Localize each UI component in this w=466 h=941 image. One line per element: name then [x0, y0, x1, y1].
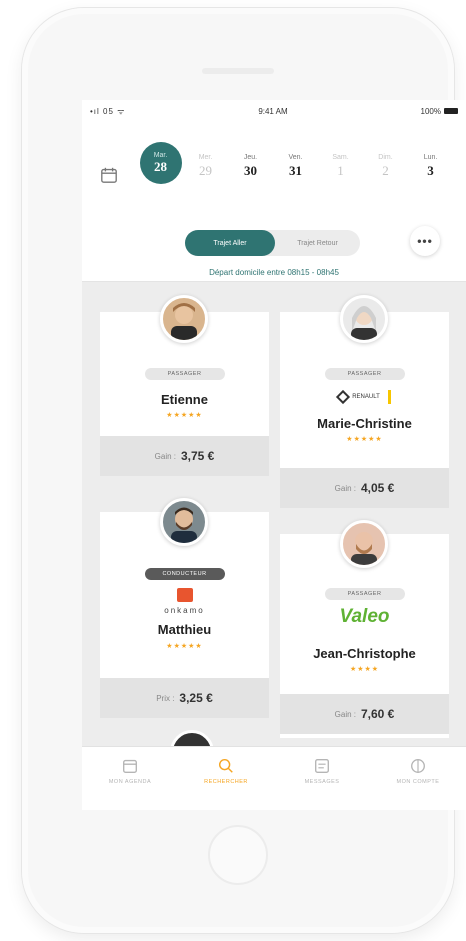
status-time: 9:41 AM: [258, 106, 288, 116]
role-badge: PASSAGER: [144, 368, 225, 380]
avatar: [340, 295, 388, 343]
message-icon: [315, 759, 329, 773]
avatar: [160, 295, 208, 343]
price-label: Prix :: [156, 693, 175, 703]
day-selector: Mar. 28 Mer. 29 Jeu. 30 Ven. 31 Sam. 1 D…: [138, 140, 453, 184]
day-label: Jeu.: [243, 154, 258, 161]
calendar-icon: [123, 759, 137, 773]
day-item-31[interactable]: Ven. 31: [273, 140, 318, 184]
tab-label: MON AGENDA: [108, 779, 152, 785]
tab-mon-agenda[interactable]: MON AGENDA: [82, 747, 178, 810]
day-label: Lun.: [423, 154, 438, 161]
rating-stars: ★★★★★: [166, 643, 203, 650]
home-button[interactable]: [208, 825, 268, 885]
day-label: Sam.: [332, 154, 349, 161]
tab-trajet-aller[interactable]: Trajet Aller: [185, 230, 275, 256]
phone-speaker: [202, 68, 274, 74]
person-name: Jean-Christophe: [313, 646, 416, 661]
tab-rechercher[interactable]: RECHERCHER: [178, 747, 274, 810]
day-label: Ven.: [288, 154, 303, 161]
person-name: Matthieu: [157, 622, 212, 637]
status-bar: •ıl 05 ᯤ 9:41 AM 100%: [82, 100, 466, 122]
battery-indicator: 100%: [421, 107, 458, 116]
person-name: Marie-Christine: [317, 416, 412, 431]
tab-label: MON COMPTE: [396, 779, 440, 785]
tab-trajet-retour[interactable]: Trajet Retour: [275, 230, 360, 256]
more-options-button[interactable]: •••: [410, 226, 440, 256]
tab-messages[interactable]: MESSAGES: [274, 747, 370, 810]
tab-label: MESSAGES: [304, 779, 340, 785]
day-number: 2: [382, 163, 389, 178]
day-label: Mar.: [153, 151, 168, 159]
role-badge: PASSAGER: [324, 368, 405, 380]
trip-direction-toggle: Trajet Aller Trajet Retour: [185, 230, 360, 256]
day-number: 29: [199, 163, 212, 178]
date-header: Mar. 28 Mer. 29 Jeu. 30 Ven. 31 Sam. 1 D…: [82, 122, 466, 282]
tab-label: RECHERCHER: [204, 779, 248, 785]
renault-logo-icon: [336, 389, 351, 405]
day-number: 1: [337, 163, 344, 178]
card-footer: Prix : 3,25 €: [100, 678, 269, 718]
calendar-icon[interactable]: [100, 166, 118, 184]
price-label: Gain :: [334, 483, 356, 493]
tab-mon-compte[interactable]: MON COMPTE: [370, 747, 466, 810]
card-footer: Gain : 7,60 €: [280, 694, 449, 734]
day-item-2[interactable]: Dim. 2: [363, 140, 408, 184]
battery-icon: [444, 108, 458, 115]
price-amount: 3,25 €: [179, 691, 213, 705]
price-label: Gain :: [154, 451, 176, 461]
day-item-1[interactable]: Sam. 1: [318, 140, 363, 184]
day-item-29[interactable]: Mer. 29: [183, 140, 228, 184]
card-footer: Gain : 3,75 €: [100, 436, 269, 476]
company-name: onkamo: [164, 606, 205, 615]
price-amount: 7,60 €: [360, 707, 395, 721]
search-icon: [218, 758, 233, 773]
rating-stars: ★★★★★: [346, 436, 383, 443]
rating-stars: ★★★★: [349, 666, 380, 673]
role-badge: CONDUCTEUR: [144, 568, 225, 580]
day-label: Mer.: [198, 154, 213, 161]
app-screen: •ıl 05 ᯤ 9:41 AM 100% Mar. 28 Mer. 29 Je…: [82, 100, 466, 810]
departure-window-text: Départ domicile entre 08h15 - 08h45: [209, 268, 339, 277]
rating-stars: ★★★★★: [166, 412, 203, 419]
company-logo-valeo: Valeo: [339, 606, 390, 627]
avatar: [160, 498, 208, 546]
person-name: Etienne: [161, 392, 208, 407]
company-logo-renault: RENAULT: [280, 389, 449, 405]
day-item-30[interactable]: Jeu. 30: [228, 140, 273, 184]
onkamo-logo-icon: [176, 588, 193, 602]
renault-brand-bar: [387, 390, 391, 404]
day-item-28[interactable]: Mar. 28: [138, 140, 183, 184]
day-number: 28: [154, 158, 167, 174]
price-label: Gain :: [334, 709, 356, 719]
account-icon: [411, 759, 425, 773]
day-item-3[interactable]: Lun. 3: [408, 140, 453, 184]
avatar: [340, 520, 388, 568]
day-number: 31: [289, 163, 302, 178]
selected-day-bubble: Mar. 28: [139, 142, 182, 184]
signal-indicator: •ıl 05 ᯤ: [90, 106, 126, 116]
day-number: 30: [244, 163, 257, 178]
day-label: Dim.: [378, 154, 393, 161]
phone-frame: •ıl 05 ᯤ 9:41 AM 100% Mar. 28 Mer. 29 Je…: [22, 8, 466, 933]
card-footer: Gain : 4,05 €: [280, 468, 449, 508]
role-badge: PASSAGER: [324, 588, 405, 600]
company-logo-onkamo: [100, 588, 269, 607]
day-number: 3: [427, 163, 434, 178]
bottom-tab-bar: MON AGENDA RECHERCHER MESSAGES MON COMPT…: [82, 746, 466, 810]
price-amount: 3,75 €: [180, 449, 215, 463]
price-amount: 4,05 €: [360, 481, 395, 495]
